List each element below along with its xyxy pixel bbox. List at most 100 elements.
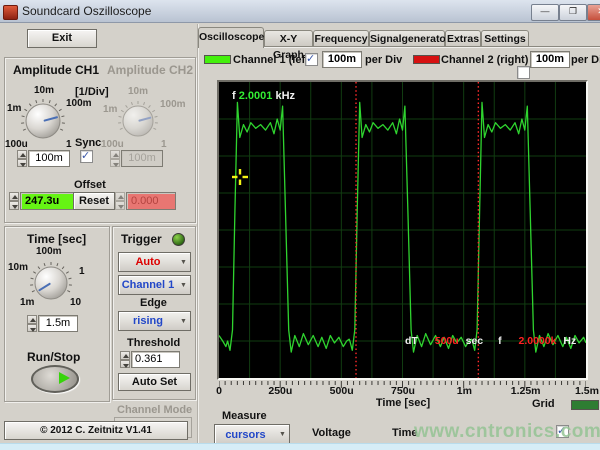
- app-icon: [3, 5, 18, 20]
- channel2-label: Channel 2 (right): [441, 54, 529, 66]
- chevron-down-icon: ▼: [279, 431, 286, 438]
- channel1-color-swatch: [204, 55, 231, 64]
- x-axis-tick-labels: 0 250u 500u 750u 1m 1.25m 1.5m: [216, 385, 599, 397]
- play-icon: [59, 372, 70, 384]
- watermark: www.cntronics.com: [414, 421, 600, 442]
- channel1-perdiv-checkbox[interactable]: [305, 52, 318, 66]
- amplitude-ch2-spinner: [110, 150, 120, 167]
- tab-xy-graph[interactable]: X-Y Graph: [264, 30, 313, 61]
- trigger-group: Trigger Auto ▼ Channel 1 ▼ Edge rising ▼ Th…: [112, 226, 196, 400]
- trigger-edge-value: rising: [133, 315, 163, 327]
- knob-ch2-label-100m: 100m: [160, 99, 186, 110]
- knob-ch2-label-1: 1: [161, 139, 167, 150]
- knob-ch2-label-1m: 1m: [103, 104, 118, 115]
- window-title: Soundcard Oszilloscope: [22, 4, 152, 18]
- oscilloscope-display[interactable]: f 2.0001 kHz dT 500u sec f 2.0000k Hz: [217, 80, 588, 380]
- time-group: Time [sec] 100m 10m 1 1m 10 1.5m Run/Sto…: [4, 226, 110, 402]
- time-spinner[interactable]: [27, 315, 37, 332]
- chevron-down-icon: ▼: [180, 258, 187, 266]
- trigger-led: [172, 233, 185, 246]
- copyright-bar: © 2012 C. Zeitnitz V1.41: [4, 421, 188, 440]
- knob-time-label-1: 1: [79, 266, 85, 277]
- amplitude-ch2-knob: [118, 101, 158, 137]
- threshold-label: Threshold: [127, 337, 181, 349]
- threshold-value[interactable]: 0.361: [131, 351, 180, 368]
- knob-ch1-label-10m: 10m: [34, 85, 55, 96]
- trigger-edge-dropdown[interactable]: rising ▼: [118, 311, 191, 331]
- offset-ch2-spinner: [115, 192, 125, 210]
- channel2-color-swatch: [413, 55, 440, 64]
- channel2-perdiv-value[interactable]: 100m: [530, 51, 570, 68]
- tab-extras[interactable]: Extras: [445, 30, 481, 47]
- grid-color-swatch[interactable]: [571, 400, 599, 410]
- frequency-readout: f 2.0001 kHz: [232, 90, 295, 102]
- chevron-down-icon: ▼: [180, 281, 187, 289]
- chevron-down-icon: ▼: [180, 317, 187, 325]
- dt-label: dT: [405, 335, 418, 347]
- amplitude-ch1-value[interactable]: 100m: [28, 150, 70, 167]
- freq-value: 2.0001: [238, 90, 273, 102]
- dt-value: 500u: [434, 335, 459, 347]
- maximize-button[interactable]: ❐: [559, 4, 587, 21]
- offset-reset-button[interactable]: Reset: [73, 192, 115, 210]
- channel2-perdiv-checkbox[interactable]: [517, 66, 530, 79]
- trigger-source-value: Channel 1: [121, 279, 175, 291]
- tab-frequency[interactable]: Frequency: [313, 30, 369, 47]
- channel-mode-label: Channel Mode: [117, 404, 193, 416]
- measure-voltage-label: Voltage: [312, 427, 351, 439]
- measure-mode-value: cursors: [225, 428, 266, 441]
- freq-label: f: [232, 90, 236, 102]
- offset-ch1-spinner[interactable]: [9, 192, 19, 210]
- cursor-readout: dT 500u sec f 2.0000k Hz: [405, 335, 576, 347]
- title-bar[interactable]: Soundcard Oszilloscope — ❐ ✕: [0, 0, 600, 23]
- bottom-strip: [0, 443, 600, 450]
- panel-divider: [197, 24, 198, 443]
- measure-mode-dropdown[interactable]: cursors ▼: [214, 424, 290, 445]
- amplitude-ch1-knob[interactable]: [19, 97, 67, 145]
- minimize-button[interactable]: —: [531, 4, 559, 21]
- knob-time-label-100m: 100m: [36, 246, 62, 257]
- knob-ch2-label-10m: 10m: [128, 86, 149, 97]
- threshold-spinner[interactable]: [120, 351, 130, 368]
- amplitude-group: Amplitude CH1 Amplitude CH2 [1/Div] 10m …: [4, 57, 196, 223]
- time-knob[interactable]: [26, 258, 76, 308]
- exit-button[interactable]: Exit: [27, 29, 97, 48]
- scope-plot[interactable]: [218, 82, 587, 378]
- time-value[interactable]: 1.5m: [38, 315, 78, 332]
- tab-oscilloscope[interactable]: Oscilloscope: [198, 27, 264, 48]
- time-title: Time [sec]: [27, 232, 87, 246]
- offset-ch1-value[interactable]: 247.3u: [20, 192, 74, 210]
- auto-set-button[interactable]: Auto Set: [118, 373, 191, 391]
- channel2-perdiv-label: per Div: [571, 54, 600, 66]
- grid-label: Grid: [532, 398, 555, 410]
- close-button[interactable]: ✕: [587, 4, 600, 21]
- trigger-mode-value: Auto: [135, 256, 161, 268]
- sync-checkbox[interactable]: [80, 149, 93, 163]
- cursor-f-label: f: [498, 335, 502, 347]
- run-stop-button[interactable]: [31, 365, 79, 393]
- channel1-perdiv-value[interactable]: 100m: [322, 51, 362, 68]
- tab-signalgenerator[interactable]: Signalgenerator: [369, 30, 450, 47]
- trigger-source-dropdown[interactable]: Channel 1 ▼: [118, 275, 191, 295]
- amplitude-ch2-value: 100m: [121, 150, 163, 167]
- offset-ch2-value: 0.000: [126, 192, 176, 210]
- cursor-f-unit: Hz: [563, 335, 577, 347]
- run-stop-label: Run/Stop: [27, 350, 81, 364]
- knob-time-label-10m: 10m: [8, 262, 29, 273]
- knob-ch1-label-100m: 100m: [66, 98, 92, 109]
- amplitude-unit-label: [1/Div]: [75, 86, 109, 98]
- trigger-title: Trigger: [121, 232, 162, 246]
- measure-title: Measure: [222, 410, 267, 422]
- sync-label: Sync: [75, 137, 102, 149]
- amplitude-ch1-spinner[interactable]: [17, 150, 27, 167]
- channel1-perdiv-label: per Div: [365, 54, 403, 66]
- trigger-mode-dropdown[interactable]: Auto ▼: [118, 252, 191, 272]
- offset-label: Offset: [74, 179, 106, 191]
- amplitude-ch2-title: Amplitude CH2: [107, 63, 194, 77]
- cursor-f-value: 2.0000k: [518, 335, 557, 347]
- dt-unit: sec: [465, 335, 484, 347]
- app-window: Soundcard Oszilloscope — ❐ ✕ Exit Amplit…: [0, 0, 600, 450]
- freq-unit: kHz: [275, 90, 296, 102]
- channel1-label: Channel 1 (left): [233, 54, 313, 66]
- tab-settings[interactable]: Settings: [481, 30, 529, 47]
